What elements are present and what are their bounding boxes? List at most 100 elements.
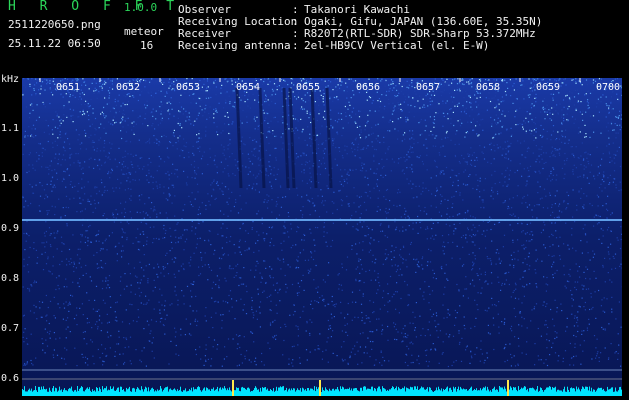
noise-speck — [109, 85, 112, 87]
noise-speck — [438, 152, 440, 154]
noise-speck — [489, 143, 491, 146]
noise-speck — [575, 78, 577, 80]
noise-speck — [504, 181, 506, 183]
noise-speck — [81, 235, 83, 237]
noise-speck — [41, 78, 44, 80]
noise-speck — [29, 83, 31, 85]
noise-speck — [63, 114, 65, 116]
noise-speck — [165, 136, 167, 138]
noise-speck — [277, 257, 279, 259]
noise-speck — [447, 312, 449, 314]
noise-speck — [351, 78, 354, 80]
noise-speck — [275, 147, 277, 149]
noise-speck — [102, 267, 104, 269]
noise-speck — [451, 364, 453, 367]
noise-speck — [457, 179, 459, 182]
noise-speck — [112, 212, 114, 214]
noise-speck — [607, 251, 610, 253]
noise-speck — [412, 228, 414, 230]
noise-speck — [69, 263, 71, 265]
noise-speck — [566, 326, 568, 328]
noise-speck — [572, 169, 574, 171]
noise-speck — [389, 119, 391, 121]
noise-speck — [484, 274, 486, 276]
noise-speck — [265, 94, 267, 96]
noise-speck — [213, 113, 215, 115]
noise-speck — [430, 94, 433, 96]
noise-speck — [48, 227, 51, 229]
noise-speck — [123, 113, 126, 116]
noise-speck — [210, 184, 212, 186]
noise-speck — [407, 334, 409, 336]
noise-speck — [592, 79, 595, 81]
noise-speck — [391, 245, 393, 247]
noise-speck — [80, 98, 82, 100]
noise-speck — [537, 355, 539, 357]
noise-speck — [293, 345, 295, 347]
noise-speck — [331, 295, 333, 298]
noise-speck — [38, 301, 41, 303]
noise-speck — [225, 100, 227, 102]
noise-speck — [597, 166, 599, 168]
noise-speck — [357, 266, 359, 268]
noise-speck — [411, 137, 413, 139]
noise-speck — [403, 84, 405, 86]
noise-speck — [168, 178, 170, 180]
noise-speck — [562, 135, 564, 138]
noise-speck — [365, 170, 367, 172]
noise-speck — [29, 104, 32, 106]
noise-speck — [502, 246, 504, 248]
noise-speck — [90, 134, 92, 136]
noise-speck — [111, 169, 113, 172]
noise-speck — [426, 349, 428, 351]
noise-speck — [49, 244, 52, 246]
noise-speck — [355, 243, 357, 245]
noise-speck — [172, 163, 174, 165]
noise-speck — [174, 286, 176, 288]
noise-speck — [602, 229, 604, 231]
noise-speck — [434, 159, 436, 162]
noise-speck — [215, 94, 217, 96]
noise-speck — [495, 263, 497, 265]
noise-speck — [344, 359, 346, 361]
noise-speck — [265, 95, 267, 97]
noise-speck — [146, 100, 148, 102]
noise-speck — [256, 231, 258, 233]
noise-speck — [25, 240, 27, 242]
noise-speck — [43, 232, 46, 234]
noise-speck — [52, 133, 54, 135]
noise-speck — [44, 328, 46, 330]
noise-speck — [364, 235, 366, 237]
noise-speck — [139, 241, 141, 243]
noise-speck — [609, 182, 611, 184]
noise-speck — [204, 264, 206, 266]
noise-speck — [528, 170, 530, 172]
noise-speck — [538, 170, 540, 172]
noise-speck — [170, 97, 172, 99]
noise-speck — [447, 365, 449, 368]
noise-speck — [28, 288, 30, 290]
noise-speck — [41, 242, 43, 244]
noise-speck — [96, 263, 98, 265]
noise-speck — [549, 79, 551, 81]
noise-speck — [29, 85, 31, 87]
noise-speck — [281, 90, 283, 92]
noise-speck — [448, 234, 450, 236]
noise-speck — [363, 221, 365, 223]
noise-speck — [620, 326, 622, 328]
noise-speck — [458, 343, 461, 345]
noise-speck — [229, 240, 231, 242]
noise-speck — [32, 124, 35, 126]
noise-speck — [331, 300, 333, 303]
noise-speck — [335, 146, 337, 149]
noise-speck — [317, 345, 319, 347]
noise-speck — [145, 365, 147, 367]
noise-speck — [620, 226, 622, 228]
noise-speck — [505, 343, 507, 346]
noise-speck — [531, 90, 533, 92]
noise-speck — [585, 151, 587, 153]
noise-speck — [211, 195, 213, 197]
noise-speck — [280, 206, 282, 208]
noise-speck — [333, 316, 335, 318]
noise-speck — [124, 361, 126, 364]
